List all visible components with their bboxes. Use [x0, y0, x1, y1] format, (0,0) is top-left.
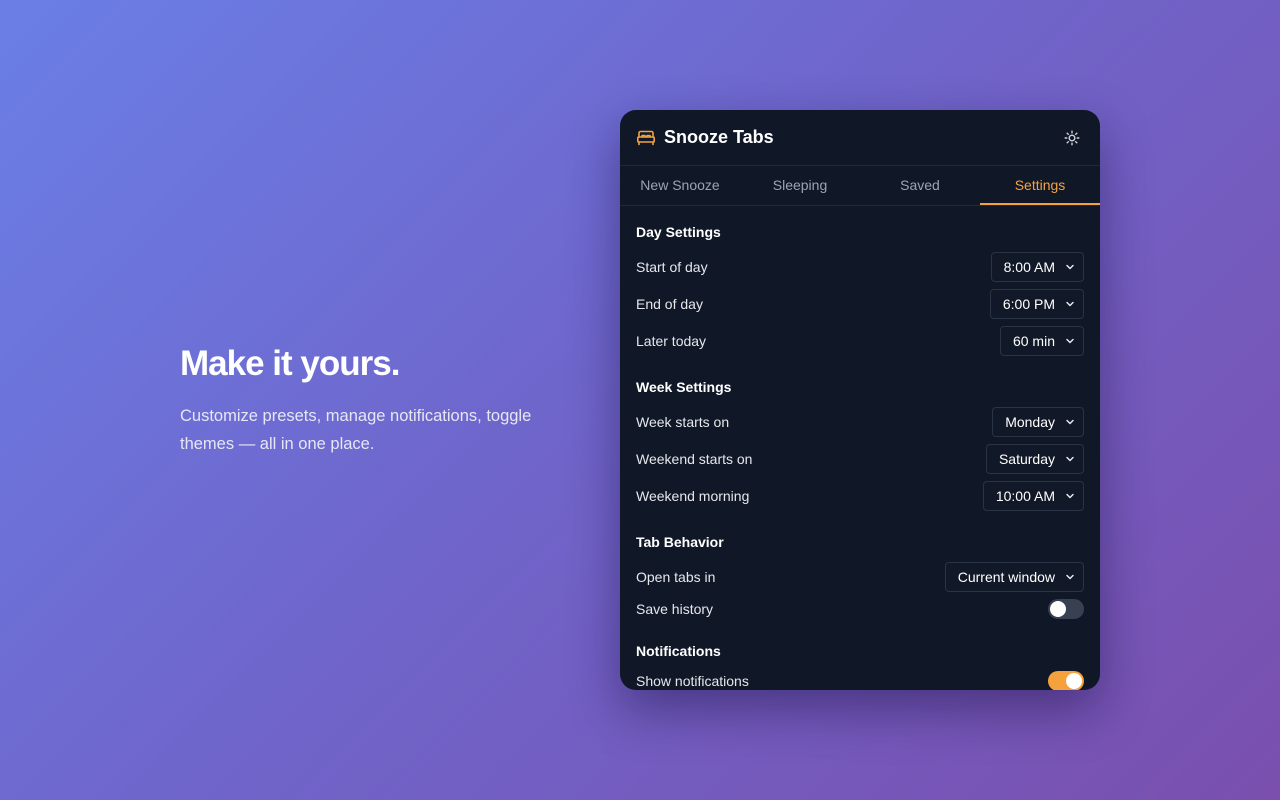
open-tabs-select[interactable]: Current window	[944, 561, 1084, 592]
hero: Make it yours. Customize presets, manage…	[180, 344, 580, 458]
show-notifications-label: Show notifications	[636, 673, 749, 689]
show-notifications-row: Show notifications	[636, 667, 1084, 690]
week-settings-heading: Week Settings	[636, 379, 732, 395]
notifications-heading: Notifications	[636, 643, 721, 659]
tab-sleeping[interactable]: Sleeping	[740, 166, 860, 205]
tab-saved[interactable]: Saved	[860, 166, 980, 205]
extension-popup: Snooze Tabs New Snooze Sleeping Saved Se…	[620, 110, 1100, 690]
weekend-morning-value: 10:00 AM	[995, 487, 1055, 504]
week-starts-label: Week starts on	[636, 413, 730, 430]
tab-new-snooze[interactable]: New Snooze	[620, 166, 740, 205]
sun-icon	[1064, 130, 1080, 146]
week-starts-value: Monday	[1005, 413, 1055, 430]
open-tabs-label: Open tabs in	[636, 568, 716, 585]
end-of-day-select[interactable]: 6:00 PM	[989, 288, 1084, 319]
weekend-starts-label: Weekend starts on	[636, 450, 753, 467]
save-history-row: Save history	[636, 595, 1084, 623]
open-tabs-value: Current window	[957, 568, 1055, 585]
weekend-morning-row: Weekend morning 10:00 AM	[636, 477, 1084, 514]
weekend-morning-select[interactable]: 10:00 AM	[982, 480, 1084, 511]
day-settings-heading: Day Settings	[636, 224, 721, 240]
end-of-day-value: 6:00 PM	[1002, 295, 1055, 312]
save-history-label: Save history	[636, 601, 714, 617]
tab-settings[interactable]: Settings	[980, 166, 1100, 205]
chevron-down-icon	[1065, 454, 1075, 464]
later-today-select[interactable]: 60 min	[999, 325, 1084, 356]
theme-toggle-button[interactable]	[1060, 126, 1084, 150]
later-today-label: Later today	[636, 332, 707, 349]
start-of-day-select[interactable]: 8:00 AM	[990, 251, 1084, 282]
start-of-day-label: Start of day	[636, 258, 708, 275]
chevron-down-icon	[1065, 417, 1075, 427]
weekend-starts-value: Saturday	[998, 450, 1055, 467]
show-notifications-toggle[interactable]	[1048, 671, 1084, 690]
app-title: Snooze Tabs	[664, 127, 774, 147]
end-of-day-label: End of day	[636, 295, 703, 312]
popup-header: Snooze Tabs	[620, 110, 1100, 166]
chevron-down-icon	[1065, 299, 1075, 309]
bed-icon	[636, 128, 656, 148]
hero-title: Make it yours.	[180, 344, 400, 383]
chevron-down-icon	[1065, 336, 1075, 346]
start-of-day-row: Start of day 8:00 AM	[636, 248, 1084, 285]
later-today-row: Later today 60 min	[636, 322, 1084, 359]
tab-bar: New Snooze Sleeping Saved Settings	[620, 166, 1100, 206]
chevron-down-icon	[1065, 262, 1075, 272]
chevron-down-icon	[1065, 491, 1075, 501]
later-today-value: 60 min	[1012, 332, 1055, 349]
start-of-day-value: 8:00 AM	[1003, 258, 1055, 275]
toggle-knob	[1050, 601, 1066, 617]
settings-content: Day Settings Start of day 8:00 AM End of…	[620, 206, 1100, 690]
week-starts-select[interactable]: Monday	[992, 406, 1084, 437]
week-starts-row: Week starts on Monday	[636, 403, 1084, 440]
weekend-starts-select[interactable]: Saturday	[985, 443, 1084, 474]
hero-subtitle: Customize presets, manage notifications,…	[180, 407, 532, 453]
tab-behavior-heading: Tab Behavior	[636, 534, 724, 550]
toggle-knob	[1066, 673, 1082, 689]
weekend-morning-label: Weekend morning	[636, 487, 750, 504]
chevron-down-icon	[1065, 572, 1075, 582]
save-history-toggle[interactable]	[1048, 599, 1084, 619]
weekend-starts-row: Weekend starts on Saturday	[636, 440, 1084, 477]
open-tabs-row: Open tabs in Current window	[636, 558, 1084, 595]
end-of-day-row: End of day 6:00 PM	[636, 285, 1084, 322]
